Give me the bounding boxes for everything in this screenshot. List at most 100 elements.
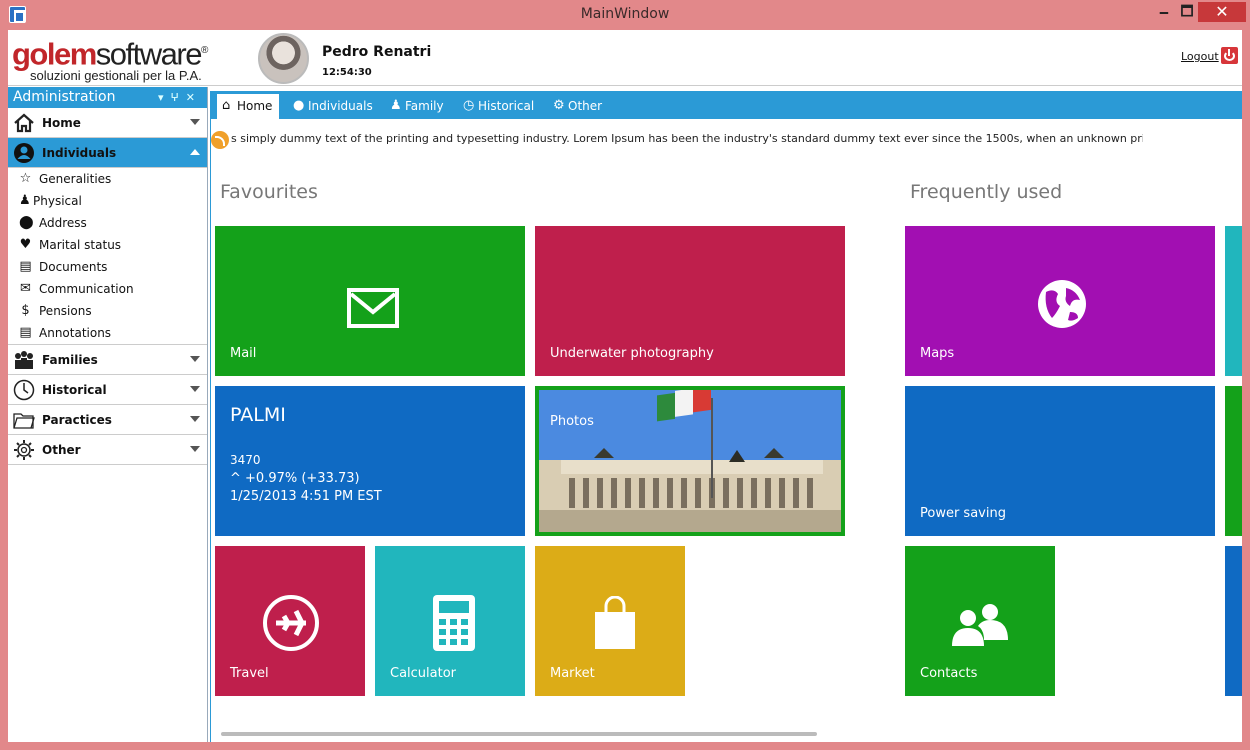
- tile-palmi[interactable]: PALMI 3470 ^ +0.97% (+33.73) 1/25/2013 4…: [215, 386, 525, 536]
- globe-icon: [1038, 280, 1086, 328]
- logo-tagline: soluzioni gestionali per la P.A.: [30, 68, 202, 84]
- document-icon: ▤: [19, 259, 32, 274]
- home-icon: [14, 113, 34, 133]
- favourites-title: Favourites: [220, 181, 318, 203]
- section-home[interactable]: Home: [8, 108, 207, 138]
- tile-contacts[interactable]: Contacts: [905, 546, 1055, 696]
- person-icon: ●: [293, 98, 305, 113]
- section-individuals-label: Individuals: [42, 146, 117, 160]
- folder-icon: [13, 413, 35, 429]
- sub-item-label: Physical: [33, 194, 82, 208]
- tile-power-saving[interactable]: Power saving: [905, 386, 1215, 536]
- tab-label: Home: [237, 99, 273, 113]
- section-other[interactable]: Other: [8, 435, 207, 465]
- sub-item-address[interactable]: ⬤ Address: [8, 212, 207, 234]
- sub-item-label: Marital status: [39, 238, 122, 252]
- chevron-down-icon[interactable]: [190, 416, 200, 422]
- home-content: s simply dummy text of the printing and …: [210, 119, 1242, 742]
- tab-label: Family: [405, 99, 444, 113]
- sub-item-communication[interactable]: ✉ Communication: [8, 278, 207, 300]
- section-home-label: Home: [42, 116, 81, 130]
- tab-bar: ⌂ Home ● Individuals ♟ Family ◷ Historical ⚙…: [210, 91, 1242, 119]
- tile-underwater-photography[interactable]: Underwater photography: [535, 226, 845, 376]
- frequently-used-title: Frequently used: [910, 181, 1063, 203]
- section-paractices[interactable]: Paractices: [8, 405, 207, 435]
- tile-partial-cyan[interactable]: [1225, 226, 1242, 376]
- stock-change: ^ +0.97% (+33.73): [230, 471, 360, 486]
- heart-icon: ♥: [19, 237, 32, 252]
- contacts-icon: [952, 604, 1008, 646]
- tile-label: Mail: [230, 346, 257, 361]
- app-header: golemsoftware® soluzioni gestionali per …: [8, 30, 1242, 86]
- home-icon: ⌂: [222, 98, 231, 113]
- tile-label: Market: [550, 666, 595, 681]
- section-paractices-label: Paractices: [42, 413, 112, 427]
- tile-label: Contacts: [920, 666, 978, 681]
- panel-title: Administration: [13, 89, 116, 105]
- clock-icon: [13, 379, 35, 401]
- sub-item-label: Pensions: [39, 304, 92, 318]
- section-historical[interactable]: Historical: [8, 375, 207, 405]
- tile-market[interactable]: Market: [535, 546, 685, 696]
- logo-text-golem: golem: [12, 36, 97, 72]
- tile-label: Photos: [550, 414, 594, 429]
- star-icon: ☆: [19, 171, 32, 186]
- registered-mark: ®: [200, 45, 208, 56]
- tile-travel[interactable]: Travel: [215, 546, 365, 696]
- note-icon: ▤: [19, 325, 32, 340]
- vittoriano-photo: [539, 390, 841, 532]
- other-icon: ⚙: [553, 98, 565, 113]
- close-button[interactable]: ✕: [1198, 2, 1246, 22]
- tile-calculator[interactable]: Calculator: [375, 546, 525, 696]
- tab-other[interactable]: ⚙ Other: [548, 94, 608, 119]
- sub-item-marital-status[interactable]: ♥ Marital status: [8, 234, 207, 256]
- section-historical-label: Historical: [42, 383, 107, 397]
- power-icon[interactable]: [1221, 47, 1238, 64]
- clock-time: 12:54:30: [322, 67, 372, 78]
- tile-partial-blue[interactable]: [1225, 546, 1242, 696]
- sub-item-label: Documents: [39, 260, 108, 274]
- chevron-down-icon[interactable]: [190, 446, 200, 452]
- sub-item-generalities[interactable]: ☆ Generalities: [8, 168, 207, 190]
- tile-mail[interactable]: Mail: [215, 226, 525, 376]
- sub-item-pensions[interactable]: $ Pensions: [8, 300, 207, 322]
- user-name: Pedro Renatri: [322, 44, 432, 60]
- logout-link[interactable]: Logout: [1181, 50, 1219, 63]
- pin-icon[interactable]: ⵖ: [171, 91, 186, 104]
- shopping-bag-icon: [595, 596, 635, 649]
- tile-label: Calculator: [390, 666, 457, 681]
- panel-close-icon[interactable]: ✕: [186, 91, 202, 104]
- sub-item-annotations[interactable]: ▤ Annotations: [8, 322, 207, 344]
- rss-icon[interactable]: [211, 131, 229, 149]
- panel-dropdown-icon[interactable]: ▾: [158, 91, 171, 104]
- title-bar: MainWindow 🗕 🗖 ✕: [0, 0, 1250, 30]
- family-icon: ♟: [390, 98, 402, 113]
- chevron-up-icon[interactable]: [190, 149, 200, 155]
- tab-family[interactable]: ♟ Family: [385, 94, 451, 119]
- tab-historical[interactable]: ◷ Historical: [458, 94, 542, 119]
- sub-item-documents[interactable]: ▤ Documents: [8, 256, 207, 278]
- map-pin-icon: ⬤: [19, 215, 34, 230]
- tile-maps[interactable]: Maps: [905, 226, 1215, 376]
- airplane-icon: [263, 595, 319, 651]
- chevron-down-icon[interactable]: [190, 356, 200, 362]
- tile-photos[interactable]: Photos: [535, 386, 845, 536]
- horizontal-scrollbar[interactable]: [221, 732, 817, 736]
- section-individuals[interactable]: Individuals: [8, 138, 207, 168]
- tab-individuals[interactable]: ● Individuals: [288, 94, 376, 119]
- sub-item-label: Annotations: [39, 326, 112, 340]
- chevron-down-icon[interactable]: [190, 119, 200, 125]
- window-client-area: golemsoftware® soluzioni gestionali per …: [8, 30, 1242, 742]
- section-families[interactable]: Families: [8, 345, 207, 375]
- user-avatar[interactable]: [258, 33, 309, 84]
- tab-home[interactable]: ⌂ Home: [217, 94, 279, 119]
- sub-item-physical[interactable]: ♟ Physical: [8, 190, 207, 212]
- sub-item-label: Communication: [39, 282, 134, 296]
- gear-icon: [14, 440, 34, 460]
- stock-name: PALMI: [230, 404, 286, 426]
- stock-timestamp: 1/25/2013 4:51 PM EST: [230, 489, 382, 504]
- person-small-icon: ♟: [19, 193, 31, 208]
- chevron-down-icon[interactable]: [190, 386, 200, 392]
- tab-label: Historical: [478, 99, 535, 113]
- tile-partial-green[interactable]: [1225, 386, 1242, 536]
